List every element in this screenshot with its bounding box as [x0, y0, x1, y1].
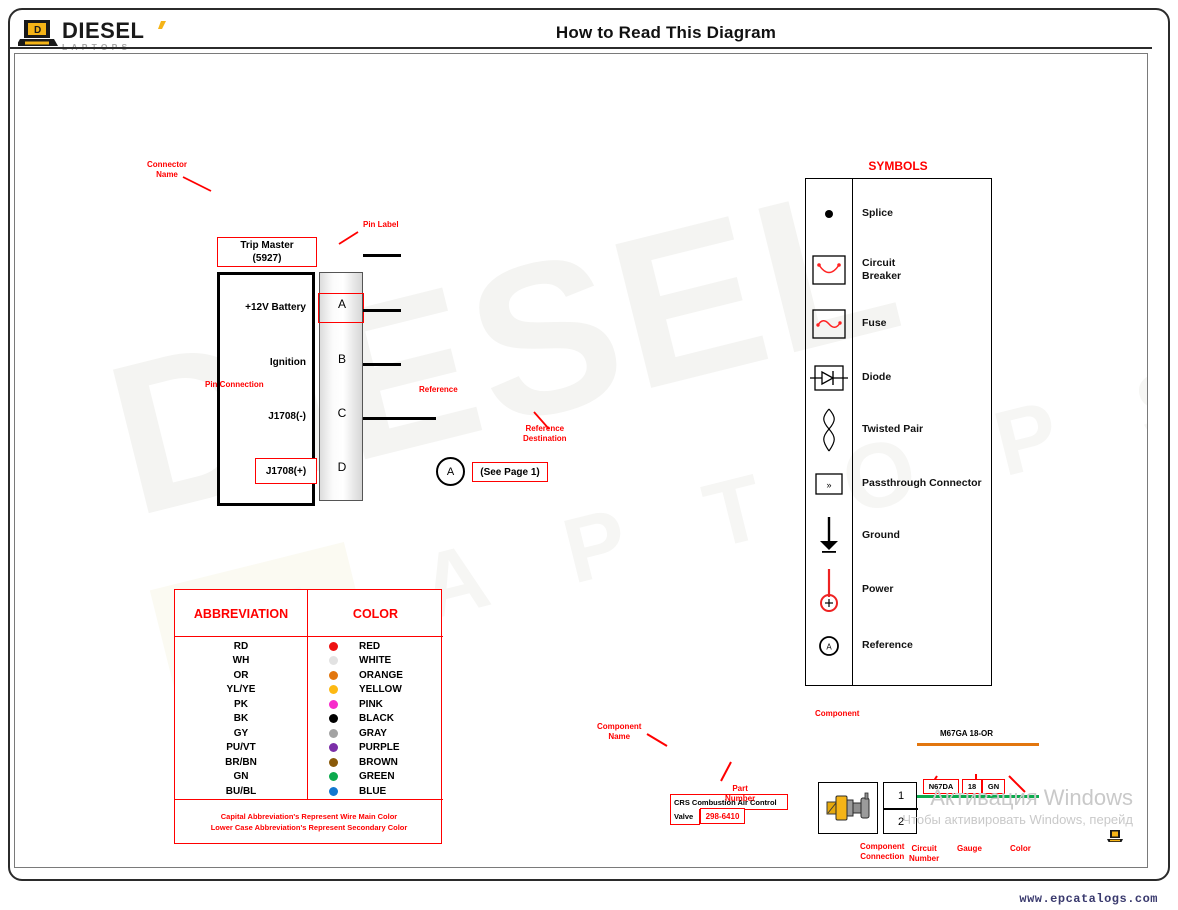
component-name-line2-box: Valve	[670, 809, 700, 825]
windows-watermark-subtitle: Чтобы активировать Windows, перейд	[902, 812, 1133, 827]
component-image-box	[818, 782, 878, 834]
part-number-box: 298-6410	[700, 808, 745, 824]
diagram-canvas: DIESEL L A P T O P S Connector Name Trip…	[14, 53, 1148, 868]
page-title-text: How to Read This Diagram	[555, 22, 777, 42]
wire-top-label: M67GA 18-OR	[940, 729, 994, 738]
svg-text:D: D	[34, 25, 41, 36]
valve-component-icon	[826, 792, 870, 821]
annotation-part-number: Part Number	[725, 784, 756, 803]
windows-watermark-title: Активация Windows	[930, 785, 1133, 810]
diagram-page: D DIESEL LAPTOPS How to Read This Diagra…	[0, 0, 1178, 910]
svg-text:DIESEL: DIESEL	[62, 18, 144, 43]
annotation-component-connection: Component Connection	[860, 842, 905, 861]
annotation-gauge: Gauge	[957, 844, 982, 853]
annotation-color: Color	[1010, 844, 1031, 853]
corner-logo-icon	[1107, 829, 1123, 843]
wire-top	[917, 743, 1039, 746]
footer-url: www.epcatalogs.com	[1019, 892, 1158, 906]
annotation-circuit-number: Circuit Number	[909, 844, 940, 863]
header-divider	[10, 47, 1152, 49]
annotation-component: Component	[815, 709, 860, 718]
windows-activation-watermark: Активация Windows Чтобы активировать Win…	[902, 785, 1133, 829]
